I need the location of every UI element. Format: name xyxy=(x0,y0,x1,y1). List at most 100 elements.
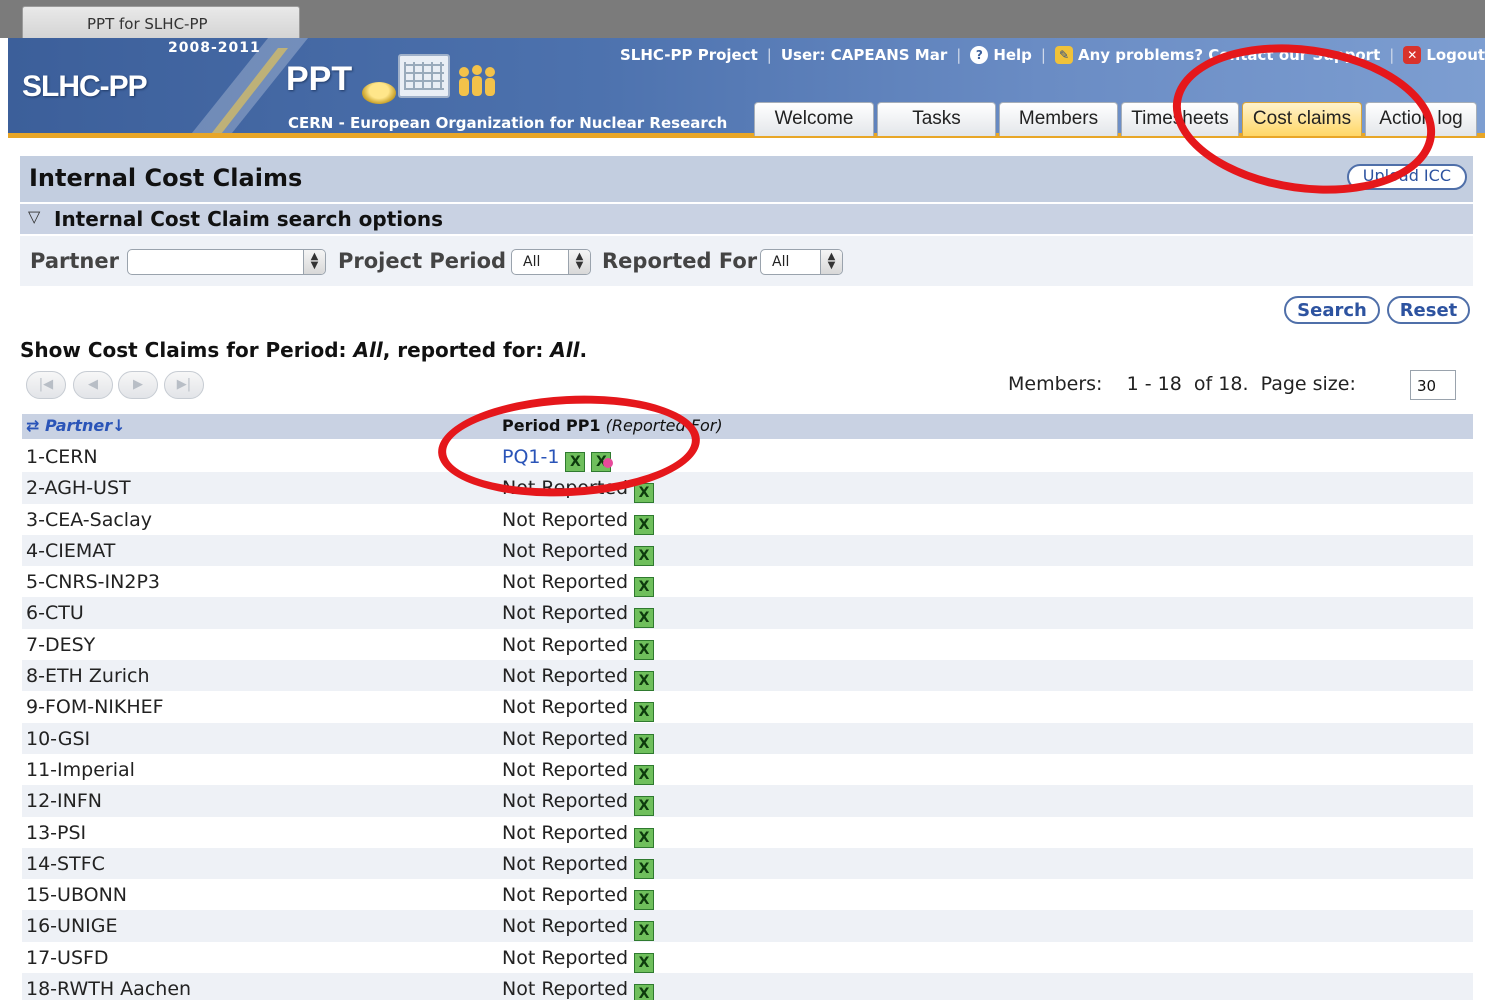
refresh-arrows-icon: ⇄ xyxy=(26,416,45,435)
status-text: Not Reported xyxy=(502,696,629,719)
tab-members[interactable]: Members xyxy=(999,102,1118,136)
first-page-button[interactable]: |◀ xyxy=(26,371,66,399)
period-column-label: Period PP1 xyxy=(502,416,601,435)
period-cell: Not Reported X xyxy=(502,946,655,973)
previous-page-button[interactable]: ◀ xyxy=(73,371,113,399)
excel-icon[interactable]: X xyxy=(634,545,655,566)
claim-link[interactable]: PQ1-1 xyxy=(502,446,559,468)
status-text: Not Reported xyxy=(502,571,629,594)
excel-icon[interactable]: X xyxy=(634,702,655,723)
help-link[interactable]: Help xyxy=(993,46,1032,64)
separator: | xyxy=(1040,46,1046,64)
members-total: of 18. xyxy=(1193,373,1249,395)
status-text: Not Reported xyxy=(502,758,629,781)
excel-icon[interactable]: X xyxy=(634,608,655,629)
coins-icon xyxy=(362,82,396,104)
partner-cell: 2-AGH-UST xyxy=(26,477,131,500)
excel-icon[interactable]: X xyxy=(634,764,655,785)
partner-cell: 5-CNRS-IN2P3 xyxy=(26,571,160,594)
excel-icon[interactable]: X xyxy=(634,984,655,1000)
partner-column-label: Partner xyxy=(44,416,113,435)
page-title: Internal Cost Claims xyxy=(29,164,303,192)
support-link[interactable]: Any problems? Contact our Support xyxy=(1078,46,1380,64)
period-cell: Not Reported X xyxy=(502,509,655,535)
excel-icon[interactable]: X xyxy=(634,952,655,973)
table-row: 5-CNRS-IN2P3 Not Reported X xyxy=(22,566,1473,598)
results-period: All xyxy=(353,338,383,362)
tab-action-log[interactable]: Action log xyxy=(1365,102,1477,136)
partner-cell: 8-ETH Zurich xyxy=(26,665,150,688)
triangle-down-icon[interactable]: ▽ xyxy=(28,207,40,226)
excel-icon[interactable]: X xyxy=(634,671,655,692)
browser-tab-title: PPT for SLHC-PP xyxy=(87,15,208,33)
search-button[interactable]: Search xyxy=(1284,296,1380,324)
close-x-icon[interactable]: ✕ xyxy=(1403,46,1422,64)
upload-icc-button[interactable]: Upload ICC xyxy=(1346,164,1467,190)
tab-timesheets[interactable]: Timesheets xyxy=(1121,102,1239,136)
table-row: 4-CIEMAT Not Reported X xyxy=(22,534,1473,567)
partner-cell: 1-CERN xyxy=(26,446,98,468)
project-link[interactable]: SLHC-PP Project xyxy=(620,46,758,64)
question-circle-icon[interactable]: ? xyxy=(970,46,989,64)
excel-icon[interactable]: X xyxy=(565,452,586,472)
reset-button[interactable]: Reset xyxy=(1387,296,1470,324)
table-row: 8-ETH Zurich Not Reported X xyxy=(22,660,1473,692)
table-row: 14-STFC Not Reported X xyxy=(22,847,1473,880)
partner-cell: 13-PSI xyxy=(26,821,87,844)
period-cell: Not Reported X xyxy=(502,822,655,848)
status-text: Not Reported xyxy=(502,790,629,813)
browser-tab[interactable]: PPT for SLHC-PP xyxy=(22,6,300,38)
excel-icon[interactable]: X xyxy=(634,921,655,942)
status-text: Not Reported xyxy=(502,946,629,969)
search-options-header[interactable]: ▽ Internal Cost Claim search options xyxy=(20,204,1473,234)
partner-cell: 16-UNIGE xyxy=(26,915,118,938)
tab-cost-claims[interactable]: Cost claims xyxy=(1242,102,1362,136)
table-body: 1-CERN PQ1-1 X X 2-AGH-UST Not Reported X 3… xyxy=(22,441,1473,1000)
search-options-title: Internal Cost Claim search options xyxy=(54,207,443,231)
period-cell: Not Reported X xyxy=(502,853,655,879)
excel-icon[interactable]: X xyxy=(634,827,655,848)
page-size-input[interactable]: 30 xyxy=(1410,370,1456,400)
excel-icon[interactable]: X xyxy=(634,639,655,660)
partner-label: Partner xyxy=(30,249,119,273)
user-label: User: CAPEANS Mar xyxy=(780,46,948,64)
tab-welcome[interactable]: Welcome xyxy=(754,102,874,136)
excel-icon[interactable]: X xyxy=(634,514,655,535)
excel-icon[interactable]: X xyxy=(634,890,655,911)
separator: | xyxy=(956,46,962,64)
last-page-button[interactable]: ▶| xyxy=(164,371,204,399)
excel-icon[interactable]: X xyxy=(634,796,655,817)
table-row: 10-GSI Not Reported X xyxy=(22,722,1473,754)
excel-icon[interactable]: X xyxy=(634,577,655,598)
search-filters: Partner ▲ ▼ Project Period All ▲ ▼ Reporte… xyxy=(20,236,1473,286)
excel-icon[interactable]: X xyxy=(634,733,655,754)
results-summary: Show Cost Claims for Period: All, report… xyxy=(20,338,587,362)
status-text: Not Reported xyxy=(502,884,629,907)
reported-for-select[interactable]: All ▲ ▼ xyxy=(760,249,843,275)
partner-select[interactable]: ▲ ▼ xyxy=(127,249,326,275)
logout-link[interactable]: Logout xyxy=(1426,46,1485,64)
partner-cell: 15-UBONN xyxy=(26,884,128,907)
partner-column-header[interactable]: ⇄ Partner↓ xyxy=(26,416,126,435)
select-arrows-icon: ▲ ▼ xyxy=(568,250,590,274)
excel-edit-icon[interactable]: X xyxy=(591,452,614,472)
period-cell: Not Reported X xyxy=(502,540,655,566)
period-cell: PQ1-1 X X xyxy=(502,446,614,472)
partner-cell: 4-CIEMAT xyxy=(26,539,116,562)
period-column-note: (Reported For) xyxy=(605,416,723,435)
period-cell: Not Reported X xyxy=(502,978,655,1000)
reported-for-value: All xyxy=(772,254,790,270)
table-row: 16-UNIGE Not Reported X xyxy=(22,910,1473,942)
next-page-button[interactable]: ▶ xyxy=(118,371,158,399)
calendar-icon xyxy=(398,54,450,98)
status-text: Not Reported xyxy=(502,727,629,750)
table-row: 2-AGH-UST Not Reported X xyxy=(22,472,1473,504)
period-cell: Not Reported X xyxy=(502,758,655,785)
main-nav: Welcome Tasks Members Timesheets Cost cl… xyxy=(754,102,1480,136)
tab-tasks[interactable]: Tasks xyxy=(877,102,996,136)
excel-icon[interactable]: X xyxy=(634,858,655,879)
support-icon[interactable]: ✎ xyxy=(1054,46,1073,64)
page-title-bar: Internal Cost Claims Upload ICC xyxy=(20,156,1473,202)
excel-icon[interactable]: X xyxy=(634,483,655,504)
project-period-select[interactable]: All ▲ ▼ xyxy=(511,249,591,275)
